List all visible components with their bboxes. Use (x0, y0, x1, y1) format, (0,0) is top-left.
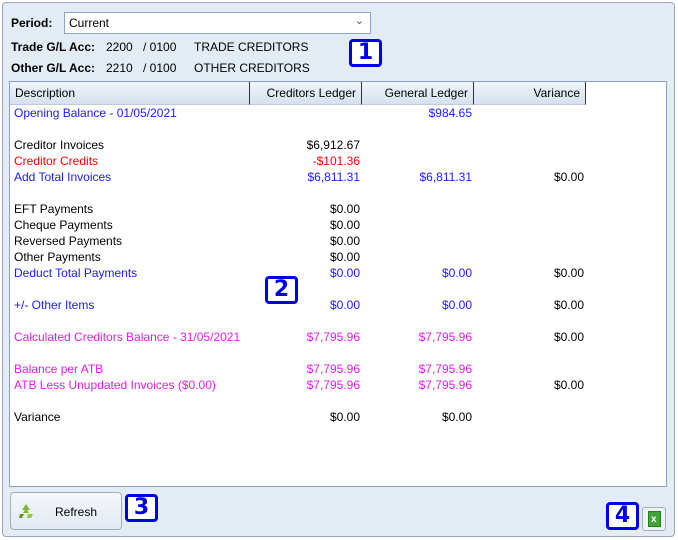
row-variance (474, 106, 586, 122)
table-row[interactable]: Variance $0.00 $0.00 (10, 410, 586, 426)
period-select[interactable]: Current ⌄ (64, 12, 371, 34)
row-description: Balance per ATB (14, 362, 104, 376)
reconciliation-table: Description Creditors Ledger General Led… (9, 81, 667, 487)
callout-badge-3: 3 (125, 494, 158, 522)
row-creditors-ledger: $0.00 (329, 202, 360, 216)
row-general-ledger: $6,811.31 (419, 170, 473, 184)
callout-badge-1: 1 (349, 39, 382, 67)
column-header-description[interactable]: Description (10, 82, 250, 105)
callout-badge-4: 4 (606, 502, 639, 530)
period-value: Current (69, 16, 110, 30)
row-creditors-ledger: $0.00 (329, 410, 360, 424)
table-row[interactable]: +/- Other Items $0.00 $0.00 $0.00 (10, 298, 586, 314)
table-row[interactable]: ATB Less Unupdated Invoices ($0.00) $7,79… (10, 378, 586, 394)
row-variance (474, 218, 586, 234)
table-row[interactable]: Other Payments $0.00 (10, 250, 586, 266)
row-variance (474, 250, 586, 266)
table-row[interactable]: EFT Payments $0.00 (10, 202, 586, 218)
row-general-ledger: $7,795.96 (418, 378, 472, 392)
refresh-button[interactable]: Refresh (10, 492, 122, 530)
row-description: Creditor Credits (14, 154, 99, 168)
row-description: Reversed Payments (14, 234, 123, 248)
row-variance: $0.00 (553, 170, 584, 184)
table-row[interactable]: Creditor Invoices $6,912.67 (10, 138, 586, 154)
trade-gl-sub: / 0100 (143, 40, 177, 54)
row-variance: $0.00 (553, 266, 584, 280)
row-general-ledger: $984.65 (428, 106, 472, 120)
row-description: Calculated Creditors Balance - 31/05/202… (14, 330, 241, 344)
row-creditors-ledger: $0.00 (329, 250, 360, 264)
row-creditors-ledger: $6,912.67 (306, 138, 360, 152)
row-general-ledger (362, 202, 474, 218)
table-row[interactable]: Creditor Credits -$101.36 (10, 154, 586, 170)
row-description: ATB Less Unupdated Invoices ($0.00) (14, 378, 216, 392)
table-row[interactable]: Add Total Invoices $6,811.31 $6,811.31 $0.0… (10, 170, 586, 186)
row-creditors-ledger: $0.00 (329, 234, 360, 248)
row-general-ledger (362, 138, 474, 154)
row-variance: $0.00 (553, 330, 584, 344)
row-general-ledger: $7,795.96 (418, 362, 472, 376)
table-row[interactable]: Balance per ATB $7,795.96 $7,795.96 (10, 362, 586, 378)
row-general-ledger (362, 218, 474, 234)
row-description: +/- Other Items (14, 298, 95, 312)
table-row[interactable]: Deduct Total Payments $0.00 $0.00 $0.00 (10, 266, 586, 282)
trade-gl-name: TRADE CREDITORS (194, 40, 309, 54)
table-row[interactable]: Reversed Payments $0.00 (10, 234, 586, 250)
row-variance (474, 202, 586, 218)
other-gl-label: Other G/L Acc: (11, 61, 96, 75)
other-gl-name: OTHER CREDITORS (194, 61, 310, 75)
row-description: Creditor Invoices (14, 138, 105, 152)
period-label: Period: (11, 16, 53, 30)
row-variance (474, 154, 586, 170)
row-creditors-ledger: $6,811.31 (307, 170, 361, 184)
row-creditors-ledger: $7,795.96 (306, 362, 360, 376)
row-creditors-ledger: $7,795.96 (306, 378, 360, 392)
recycle-icon (19, 504, 33, 518)
row-variance: $0.00 (553, 378, 584, 392)
callout-badge-2: 2 (265, 276, 298, 304)
table-row[interactable]: Cheque Payments $0.00 (10, 218, 586, 234)
row-description: EFT Payments (14, 202, 94, 216)
row-description: Deduct Total Payments (14, 266, 138, 280)
other-gl-code: 2210 (106, 61, 133, 75)
row-variance: $0.00 (553, 298, 584, 312)
row-creditors-ledger (250, 106, 362, 122)
export-excel-button[interactable]: x (642, 507, 666, 531)
row-variance (474, 362, 586, 378)
row-general-ledger: $0.00 (441, 266, 472, 280)
other-gl-sub: / 0100 (143, 61, 177, 75)
row-description: Add Total Invoices (14, 170, 112, 184)
column-header-variance[interactable]: Variance (474, 82, 586, 105)
row-general-ledger: $7,795.96 (418, 330, 472, 344)
row-creditors-ledger: $0.00 (329, 218, 360, 232)
row-creditors-ledger: -$101.36 (312, 154, 360, 168)
trade-gl-code: 2200 (106, 40, 133, 54)
trade-gl-label: Trade G/L Acc: (11, 40, 96, 54)
table-row[interactable]: Calculated Creditors Balance - 31/05/202… (10, 330, 586, 346)
table-header: Description Creditors Ledger General Led… (10, 82, 586, 105)
row-general-ledger (362, 250, 474, 266)
column-header-general-ledger[interactable]: General Ledger (362, 82, 474, 105)
row-general-ledger: $0.00 (441, 410, 472, 424)
row-description: Cheque Payments (14, 218, 113, 232)
column-header-creditors-ledger[interactable]: Creditors Ledger (250, 82, 362, 105)
row-general-ledger (362, 234, 474, 250)
row-description: Opening Balance - 01/05/2021 (14, 106, 177, 120)
chevron-down-icon: ⌄ (354, 15, 364, 27)
refresh-label: Refresh (55, 505, 98, 519)
row-variance (474, 138, 586, 154)
row-general-ledger (362, 154, 474, 170)
row-creditors-ledger: $7,795.96 (306, 330, 360, 344)
row-description: Variance (14, 410, 61, 424)
row-description: Other Payments (14, 250, 101, 264)
excel-export-icon: x (648, 511, 661, 527)
row-variance (474, 234, 586, 250)
row-variance (474, 410, 586, 426)
row-general-ledger: $0.00 (441, 298, 472, 312)
table-row[interactable]: Opening Balance - 01/05/2021 $984.65 (10, 106, 586, 122)
